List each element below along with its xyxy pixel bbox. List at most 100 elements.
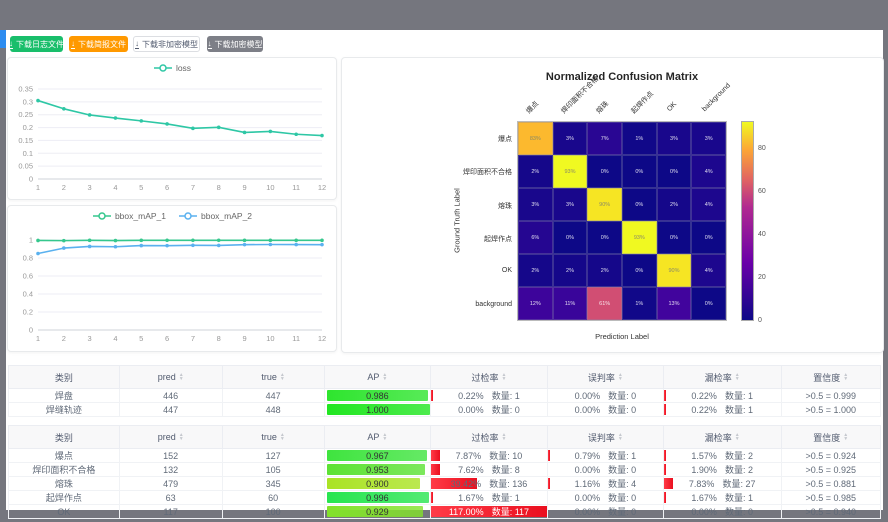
- table-row: 焊缝轨迹4474481.0000.00%数量: 00.00%数量: 00.22%…: [9, 403, 881, 417]
- sort-icon[interactable]: ▲▼: [179, 433, 184, 441]
- rate-cell: 0.00%数量: 0: [663, 505, 781, 519]
- column-header-误判率[interactable]: 误判率▲▼: [547, 366, 663, 389]
- svg-text:3: 3: [88, 334, 92, 343]
- rate-cell: 0.00%数量: 0: [547, 463, 663, 477]
- column-header-漏检率[interactable]: 漏检率▲▼: [663, 426, 781, 449]
- table-row: 熔珠4793450.90039.42%数量: 1361.16%数量: 47.83…: [9, 477, 881, 491]
- download-icon: ↓: [135, 40, 139, 49]
- svg-text:0: 0: [29, 326, 33, 335]
- svg-text:6: 6: [165, 334, 169, 343]
- matrix-cell: 0%: [622, 188, 657, 221]
- matrix-cell: 11%: [553, 287, 588, 320]
- rate-bar: [548, 478, 550, 489]
- column-header-置信度[interactable]: 置信度▲▼: [781, 426, 880, 449]
- svg-text:4: 4: [113, 183, 117, 192]
- sort-icon[interactable]: ▲▼: [382, 433, 387, 441]
- column-header-AP[interactable]: AP▲▼: [324, 366, 430, 389]
- confidence-cell: >0.5 = 1.000: [781, 403, 880, 417]
- sort-icon[interactable]: ▲▼: [501, 373, 506, 381]
- button-label: 下载简报文件: [78, 39, 126, 50]
- matrix-cell: 2%: [518, 155, 553, 188]
- sort-icon[interactable]: ▲▼: [280, 433, 285, 441]
- matrix-cell: 13%: [657, 287, 692, 320]
- matrix-row-label: 起焊作点: [390, 234, 512, 244]
- column-header-类别: 类别: [9, 426, 120, 449]
- true-cell: 127: [222, 449, 324, 463]
- ap-cell: 1.000: [324, 403, 430, 417]
- colorbar-tick: 20: [758, 274, 766, 281]
- pred-cell: 479: [119, 477, 222, 491]
- table-row: 起焊作点63600.9961.67%数量: 10.00%数量: 01.67%数量…: [9, 491, 881, 505]
- matrix-cell: 4%: [691, 254, 726, 287]
- confusion-matrix-title: Normalized Confusion Matrix: [462, 71, 782, 83]
- column-header-漏检率[interactable]: 漏检率▲▼: [663, 366, 781, 389]
- column-header-误判率[interactable]: 误判率▲▼: [547, 426, 663, 449]
- column-header-过检率[interactable]: 过检率▲▼: [431, 366, 548, 389]
- column-header-过检率[interactable]: 过检率▲▼: [431, 426, 548, 449]
- download-icon: ↓: [71, 40, 75, 49]
- class-cell: 熔珠: [9, 477, 120, 491]
- svg-text:0.3: 0.3: [23, 97, 33, 106]
- table-row: OK1171000.929117.00%数量: 1170.00%数量: 00.0…: [9, 505, 881, 519]
- sort-icon[interactable]: ▲▼: [735, 433, 740, 441]
- class-cell: 爆点: [9, 449, 120, 463]
- ap-cell: 0.967: [324, 449, 430, 463]
- rate-bar: [664, 390, 666, 401]
- sort-icon[interactable]: ▲▼: [843, 433, 848, 441]
- column-header-true[interactable]: true▲▼: [222, 426, 324, 449]
- sort-icon[interactable]: ▲▼: [501, 433, 506, 441]
- sort-icon[interactable]: ▲▼: [280, 373, 285, 381]
- rate-cell: 0.22%数量: 1: [663, 389, 781, 403]
- line-chart-plot: 00.20.40.60.81123456789101112: [8, 206, 336, 351]
- svg-text:1: 1: [36, 334, 40, 343]
- pred-cell: 63: [119, 491, 222, 505]
- loss-chart-card: loss00.050.10.150.20.250.30.351234567891…: [7, 57, 337, 200]
- ap-cell: 0.986: [324, 389, 430, 403]
- confidence-cell: >0.5 = 0.924: [781, 449, 880, 463]
- download-button-2[interactable]: ↓下载简报文件: [69, 36, 128, 52]
- matrix-cell: 3%: [553, 188, 588, 221]
- svg-text:10: 10: [266, 334, 274, 343]
- column-header-pred[interactable]: pred▲▼: [119, 426, 222, 449]
- ap-cell: 0.996: [324, 491, 430, 505]
- table-row: 焊印面积不合格1321050.9537.62%数量: 80.00%数量: 01.…: [9, 463, 881, 477]
- svg-text:9: 9: [242, 183, 246, 192]
- true-cell: 448: [222, 403, 324, 417]
- sort-icon[interactable]: ▲▼: [618, 433, 623, 441]
- confidence-cell: >0.5 = 0.999: [781, 389, 880, 403]
- svg-text:12: 12: [318, 183, 326, 192]
- download-button-1[interactable]: ↓下载日志文件: [10, 36, 63, 52]
- class-cell: 起焊作点: [9, 491, 120, 505]
- matrix-cell: 2%: [553, 254, 588, 287]
- rate-cell: 7.62%数量: 8: [431, 463, 548, 477]
- svg-text:0.2: 0.2: [23, 123, 33, 132]
- sort-icon[interactable]: ▲▼: [179, 373, 184, 381]
- metrics-table: 类别pred▲▼true▲▼AP▲▼过检率▲▼误判率▲▼漏检率▲▼置信度▲▼ 爆点…: [8, 425, 881, 519]
- matrix-cell: 0%: [691, 221, 726, 254]
- sort-icon[interactable]: ▲▼: [843, 373, 848, 381]
- download-button-4[interactable]: ↓下载加密模型: [207, 36, 263, 52]
- rate-cell: 1.57%数量: 2: [663, 449, 781, 463]
- svg-text:2: 2: [62, 334, 66, 343]
- confusion-matrix: 83%3%7%1%3%3%2%93%0%0%0%4%3%3%90%0%2%4%6…: [517, 121, 727, 321]
- rate-bar: [431, 390, 433, 401]
- download-button-3[interactable]: ↓下载非加密模型: [133, 36, 200, 52]
- colorbar: [741, 121, 754, 321]
- rate-cell: 117.00%数量: 117: [431, 505, 548, 519]
- rate-cell: 0.22%数量: 1: [663, 403, 781, 417]
- matrix-cell: 2%: [587, 254, 622, 287]
- sort-icon[interactable]: ▲▼: [735, 373, 740, 381]
- column-header-置信度[interactable]: 置信度▲▼: [781, 366, 880, 389]
- svg-text:0.2: 0.2: [23, 308, 33, 317]
- matrix-cell: 93%: [553, 155, 588, 188]
- svg-text:0.8: 0.8: [23, 254, 33, 263]
- matrix-cell: 90%: [587, 188, 622, 221]
- confidence-cell: >0.5 = 0.881: [781, 477, 880, 491]
- column-header-pred[interactable]: pred▲▼: [119, 366, 222, 389]
- sort-icon[interactable]: ▲▼: [618, 373, 623, 381]
- column-header-AP[interactable]: AP▲▼: [324, 426, 430, 449]
- sort-icon[interactable]: ▲▼: [382, 373, 387, 381]
- column-header-true[interactable]: true▲▼: [222, 366, 324, 389]
- class-cell: 焊盘: [9, 389, 120, 403]
- matrix-cell: 0%: [587, 221, 622, 254]
